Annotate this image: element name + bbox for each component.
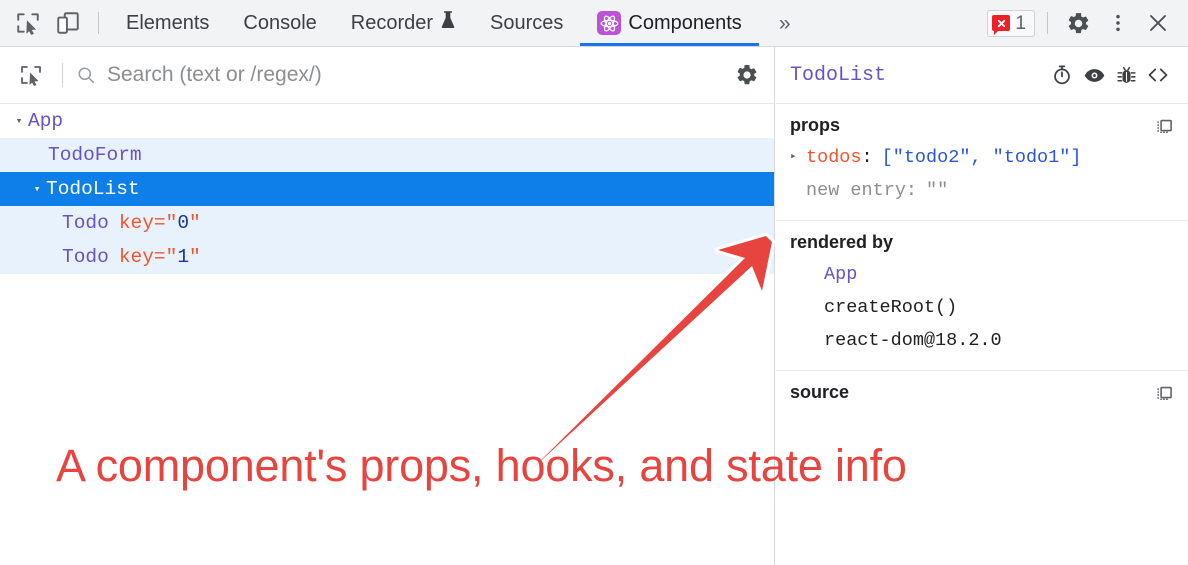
rendered-by-value: react-dom@18.2.0	[824, 330, 1002, 351]
rendered-by-row-app[interactable]: App	[776, 258, 1188, 291]
tree-row-prop-equals: =	[153, 246, 166, 268]
tree-row-todoform[interactable]: TodoForm	[0, 138, 774, 172]
toolbar-divider	[98, 12, 99, 34]
tree-row-prop-equals: =	[153, 212, 166, 234]
tab-recorder[interactable]: Recorder	[334, 0, 473, 46]
tab-components-label: Components	[628, 11, 742, 34]
tree-row-label: Todo	[62, 246, 109, 268]
rendered-by-row-reactdom[interactable]: react-dom@18.2.0	[776, 324, 1188, 357]
inspector-header: TodoList	[776, 47, 1188, 104]
devtools-toolbar: Elements Console Recorder Sources Compon…	[0, 0, 1188, 47]
component-tree: ▾ App TodoForm ▾ TodoList Todo key = " 0 "	[0, 104, 774, 274]
tree-row-app[interactable]: ▾ App	[0, 104, 774, 138]
error-count-value: 1	[1015, 12, 1026, 34]
components-tree-panel: ▾ App TodoForm ▾ TodoList Todo key="0"	[0, 47, 775, 565]
close-icon[interactable]	[1138, 0, 1178, 46]
tree-row-prop-key: key	[118, 212, 154, 234]
rendered-by-section-title: rendered by	[790, 232, 894, 252]
search-divider	[62, 63, 63, 87]
react-components-icon	[597, 11, 622, 35]
rendered-by-value: createRoot()	[824, 297, 958, 318]
source-section: source	[776, 371, 1188, 491]
code-brackets-icon[interactable]	[1142, 60, 1174, 90]
tab-console[interactable]: Console	[226, 0, 333, 46]
props-value[interactable]: ""	[917, 174, 948, 207]
kebab-menu-icon[interactable]	[1098, 0, 1138, 46]
tree-search-row	[0, 47, 774, 104]
props-row-todos[interactable]: ▸ todos: ["todo2", "todo1"]	[776, 141, 1188, 174]
tab-elements[interactable]: Elements	[109, 0, 226, 46]
inspector-component-name: TodoList	[790, 63, 887, 87]
tree-row-prop-value: 1	[177, 246, 190, 268]
stopwatch-icon[interactable]	[1046, 60, 1078, 90]
props-colon: :	[861, 147, 873, 168]
chevron-down-icon[interactable]: ▾	[10, 114, 28, 128]
rendered-by-value: App	[824, 264, 858, 285]
tab-console-label: Console	[243, 11, 317, 34]
bug-icon[interactable]	[1110, 60, 1142, 90]
eye-icon[interactable]	[1078, 60, 1110, 90]
chevron-right-icon[interactable]: ▸	[790, 141, 806, 174]
tree-row-prop-value: 0	[177, 212, 190, 234]
search-input[interactable]	[99, 62, 720, 88]
devtools-screenshot: Elements Console Recorder Sources Compon…	[0, 0, 1188, 565]
props-key: new entry	[806, 180, 906, 201]
flask-icon	[440, 11, 456, 35]
props-colon: :	[905, 180, 918, 201]
props-section: props ▸ todos: ["todo2", "todo1"] new en…	[776, 104, 1188, 221]
tree-row-label: App	[28, 110, 64, 132]
gear-icon[interactable]	[1058, 0, 1098, 46]
tab-sources-label: Sources	[490, 11, 564, 34]
tab-sources[interactable]: Sources	[473, 0, 580, 46]
chevron-down-icon[interactable]: ▾	[28, 182, 46, 196]
rendered-by-section: rendered by App createRoot() react-dom@1…	[776, 221, 1188, 371]
tree-row-prop-key: key	[118, 246, 154, 268]
tree-row-quote-close: "	[189, 212, 201, 234]
tree-row-quote-open: "	[165, 246, 178, 268]
select-element-icon[interactable]	[10, 47, 52, 103]
rendered-by-row-createroot[interactable]: createRoot()	[776, 291, 1188, 324]
tree-row-quote-close: "	[189, 246, 201, 268]
toolbar-divider-right	[1047, 12, 1048, 34]
tree-row-todolist[interactable]: ▾ TodoList	[0, 172, 774, 206]
tab-recorder-label: Recorder	[350, 11, 434, 34]
tree-row-todo-0[interactable]: Todo key = " 0 "	[0, 206, 774, 240]
copy-to-clipboard-icon[interactable]	[1152, 381, 1176, 405]
source-section-title: source	[790, 382, 850, 402]
copy-to-clipboard-icon[interactable]	[1152, 114, 1176, 138]
props-section-title: props	[790, 115, 841, 135]
tree-settings-gear-icon[interactable]	[720, 47, 774, 103]
chevron-double-right-icon: »	[778, 11, 791, 35]
tree-row-label: TodoList	[46, 178, 140, 200]
tabs-overflow-button[interactable]: »	[759, 0, 811, 46]
device-toolbar-icon[interactable]	[48, 0, 88, 46]
tab-components[interactable]: Components	[580, 0, 760, 46]
component-inspector-panel: TodoList props ▸ todos: ["todo2", "todo…	[776, 47, 1188, 565]
tree-row-todo-1[interactable]: Todo key = " 1 "	[0, 240, 774, 274]
props-value[interactable]: ["todo2", "todo1"]	[873, 141, 1082, 174]
inspect-element-icon[interactable]	[8, 0, 48, 46]
search-icon	[73, 65, 99, 85]
error-bubble-icon	[992, 15, 1011, 35]
tree-row-quote-open: "	[165, 212, 178, 234]
error-count-badge[interactable]: 1	[987, 9, 1035, 37]
tab-elements-label: Elements	[126, 11, 210, 34]
tree-row-label: TodoForm	[48, 144, 142, 166]
tree-row-label: Todo	[62, 212, 109, 234]
props-key: todos	[806, 147, 862, 168]
devtools-tabs: Elements Console Recorder Sources Compon…	[109, 0, 811, 46]
props-row-new-entry[interactable]: new entry: ""	[776, 174, 1188, 207]
